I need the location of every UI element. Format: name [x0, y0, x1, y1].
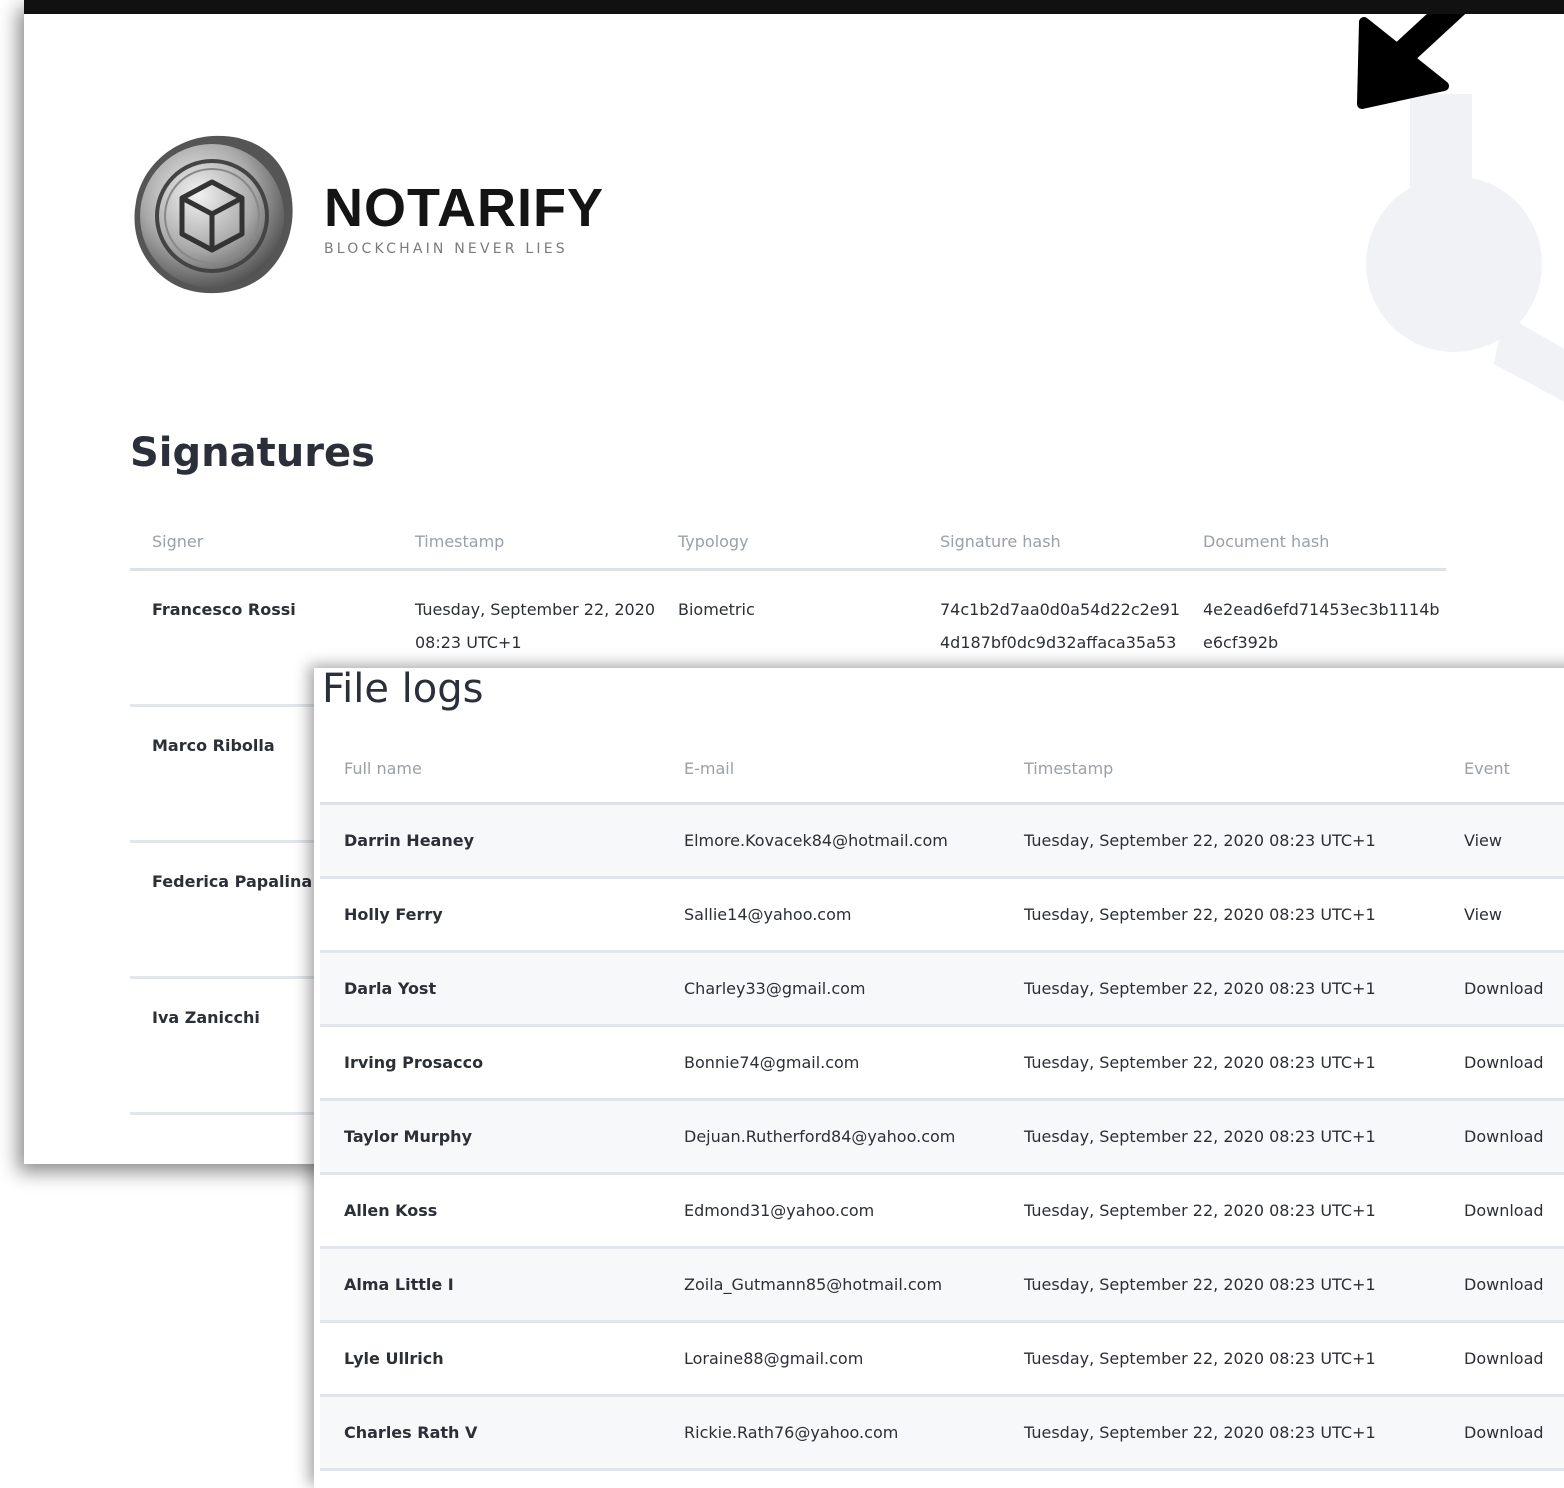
log-full-name: Lyle Ullrich	[344, 1349, 444, 1368]
column-header-timestamp: Timestamp	[1024, 758, 1114, 778]
table-row: Allen Koss Edmond31@yahoo.com Tuesday, Sep…	[320, 1175, 1564, 1249]
signatures-title: Signatures	[130, 430, 375, 476]
log-event: View	[1464, 831, 1502, 850]
log-full-name: Darrin Heaney	[344, 831, 475, 850]
table-header: Signer Timestamp Typology Signature hash…	[130, 514, 1446, 571]
table-row: Charles Rath V Rickie.Rath76@yahoo.com Tue…	[320, 1397, 1564, 1471]
log-full-name: Irving Prosacco	[344, 1053, 484, 1072]
table-header: Full name E-mail Timestamp Event	[320, 734, 1564, 805]
log-email: Edmond31@yahoo.com	[684, 1201, 875, 1220]
log-event: Download	[1464, 1201, 1544, 1220]
file-logs-table: Full name E-mail Timestamp Event Darrin …	[320, 734, 1564, 1471]
log-timestamp: Tuesday, September 22, 2020 08:23 UTC+1	[1024, 905, 1376, 924]
table-row: Taylor Murphy Dejuan.Rutherford84@yahoo.c…	[320, 1101, 1564, 1175]
brand-tagline: BLOCKCHAIN NEVER LIES	[324, 241, 568, 257]
log-timestamp: Tuesday, September 22, 2020 08:23 UTC+1	[1024, 831, 1376, 850]
log-timestamp: Tuesday, September 22, 2020 08:23 UTC+1	[1024, 1423, 1376, 1442]
pointer-arrow-icon	[1357, 14, 1466, 109]
log-email: Loraine88@gmail.com	[684, 1349, 864, 1368]
column-header-typology: Typology	[678, 531, 749, 551]
log-full-name: Taylor Murphy	[344, 1127, 472, 1146]
wax-seal-cube-icon	[134, 135, 293, 294]
log-full-name: Alma Little I	[344, 1275, 454, 1294]
log-timestamp: Tuesday, September 22, 2020 08:23 UTC+1	[1024, 1275, 1376, 1294]
log-email: Charley33@gmail.com	[684, 979, 866, 998]
log-email: Bonnie74@gmail.com	[684, 1053, 860, 1072]
log-timestamp: Tuesday, September 22, 2020 08:23 UTC+1	[1024, 1053, 1376, 1072]
log-event: Download	[1464, 1423, 1544, 1442]
file-logs-page: File logs Full name E-mail Timestamp Eve…	[314, 668, 1564, 1488]
log-full-name: Charles Rath V	[344, 1423, 478, 1442]
column-header-event: Event	[1464, 758, 1510, 778]
log-timestamp: Tuesday, September 22, 2020 08:23 UTC+1	[1024, 1349, 1376, 1368]
column-header-timestamp: Timestamp	[415, 531, 505, 551]
log-event: View	[1464, 905, 1502, 924]
log-full-name: Allen Koss	[344, 1201, 438, 1220]
file-logs-title: File logs	[322, 668, 484, 712]
log-email: Sallie14@yahoo.com	[684, 905, 852, 924]
table-row: Irving Prosacco Bonnie74@gmail.com Tuesday…	[320, 1027, 1564, 1101]
log-email: Elmore.Kovacek84@hotmail.com	[684, 831, 948, 850]
table-row: Holly Ferry Sallie14@yahoo.com Tuesday, Se…	[320, 879, 1564, 953]
log-timestamp: Tuesday, September 22, 2020 08:23 UTC+1	[1024, 979, 1376, 998]
log-timestamp: Tuesday, September 22, 2020 08:23 UTC+1	[1024, 1201, 1376, 1220]
table-row: Alma Little I Zoila_Gutmann85@hotmail.com…	[320, 1249, 1564, 1323]
column-header-email: E-mail	[684, 758, 735, 778]
table-row: Lyle Ullrich Loraine88@gmail.com Tuesday, …	[320, 1323, 1564, 1397]
log-full-name: Holly Ferry	[344, 905, 443, 924]
table-row: Darrin Heaney Elmore.Kovacek84@hotmail.co…	[320, 805, 1564, 879]
log-event: Download	[1464, 1349, 1544, 1368]
log-timestamp: Tuesday, September 22, 2020 08:23 UTC+1	[1024, 1127, 1376, 1146]
column-header-document-hash: Document hash	[1203, 531, 1330, 551]
log-event: Download	[1464, 1053, 1544, 1072]
log-event: Download	[1464, 1127, 1544, 1146]
log-event: Download	[1464, 1275, 1544, 1294]
column-header-signature-hash: Signature hash	[940, 531, 1061, 551]
log-full-name: Darla Yost	[344, 979, 437, 998]
log-email: Dejuan.Rutherford84@yahoo.com	[684, 1127, 956, 1146]
column-header-signer: Signer	[152, 531, 204, 551]
brand-header: NOTARIFY BLOCKCHAIN NEVER LIES	[128, 130, 604, 300]
table-row: Darla Yost Charley33@gmail.com Tuesday, Se…	[320, 953, 1564, 1027]
column-header-full-name: Full name	[344, 758, 422, 778]
log-event: Download	[1464, 979, 1544, 998]
brand-name: NOTARIFY	[324, 178, 604, 238]
log-email: Rickie.Rath76@yahoo.com	[684, 1423, 899, 1442]
log-email: Zoila_Gutmann85@hotmail.com	[684, 1275, 943, 1294]
